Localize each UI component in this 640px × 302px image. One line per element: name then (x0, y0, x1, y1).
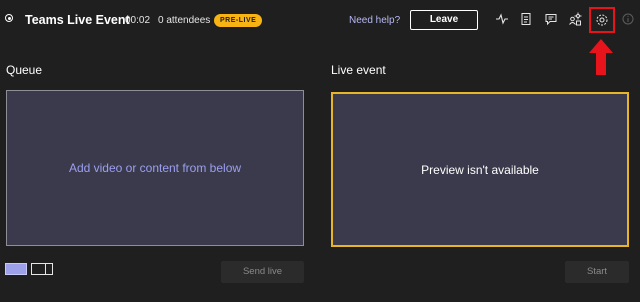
queue-title: Queue (6, 63, 43, 77)
send-live-button[interactable]: Send live (221, 261, 304, 283)
people-icon[interactable] (568, 12, 582, 26)
settings-button[interactable] (589, 7, 615, 33)
settings-icon (596, 14, 608, 26)
live-indicator-icon (5, 14, 13, 22)
event-title: Teams Live Event (25, 13, 130, 27)
start-button[interactable]: Start (565, 261, 629, 283)
leave-button[interactable]: Leave (410, 10, 478, 30)
attendee-count: 0 attendees (158, 15, 211, 26)
event-timer: 00:02 (125, 15, 151, 26)
split-layout-icon[interactable] (31, 263, 53, 275)
status-badge: PRE-LIVE (214, 14, 263, 27)
help-link[interactable]: Need help? (349, 15, 400, 26)
preview-message: Preview isn't available (421, 162, 539, 177)
chat-icon[interactable] (544, 12, 558, 26)
live-event-title: Live event (331, 63, 386, 77)
single-layout-icon[interactable] (5, 263, 27, 275)
queue-placeholder: Add video or content from below (68, 161, 242, 175)
top-bar: Teams Live Event 00:02 0 attendees PRE-L… (0, 0, 640, 40)
live-event-panel: Preview isn't available (331, 92, 629, 247)
info-icon[interactable] (621, 12, 635, 26)
highlight-arrow-icon (589, 39, 613, 75)
health-icon[interactable] (495, 12, 509, 26)
queue-panel[interactable]: Add video or content from below (6, 90, 304, 246)
notes-icon[interactable] (519, 12, 533, 26)
